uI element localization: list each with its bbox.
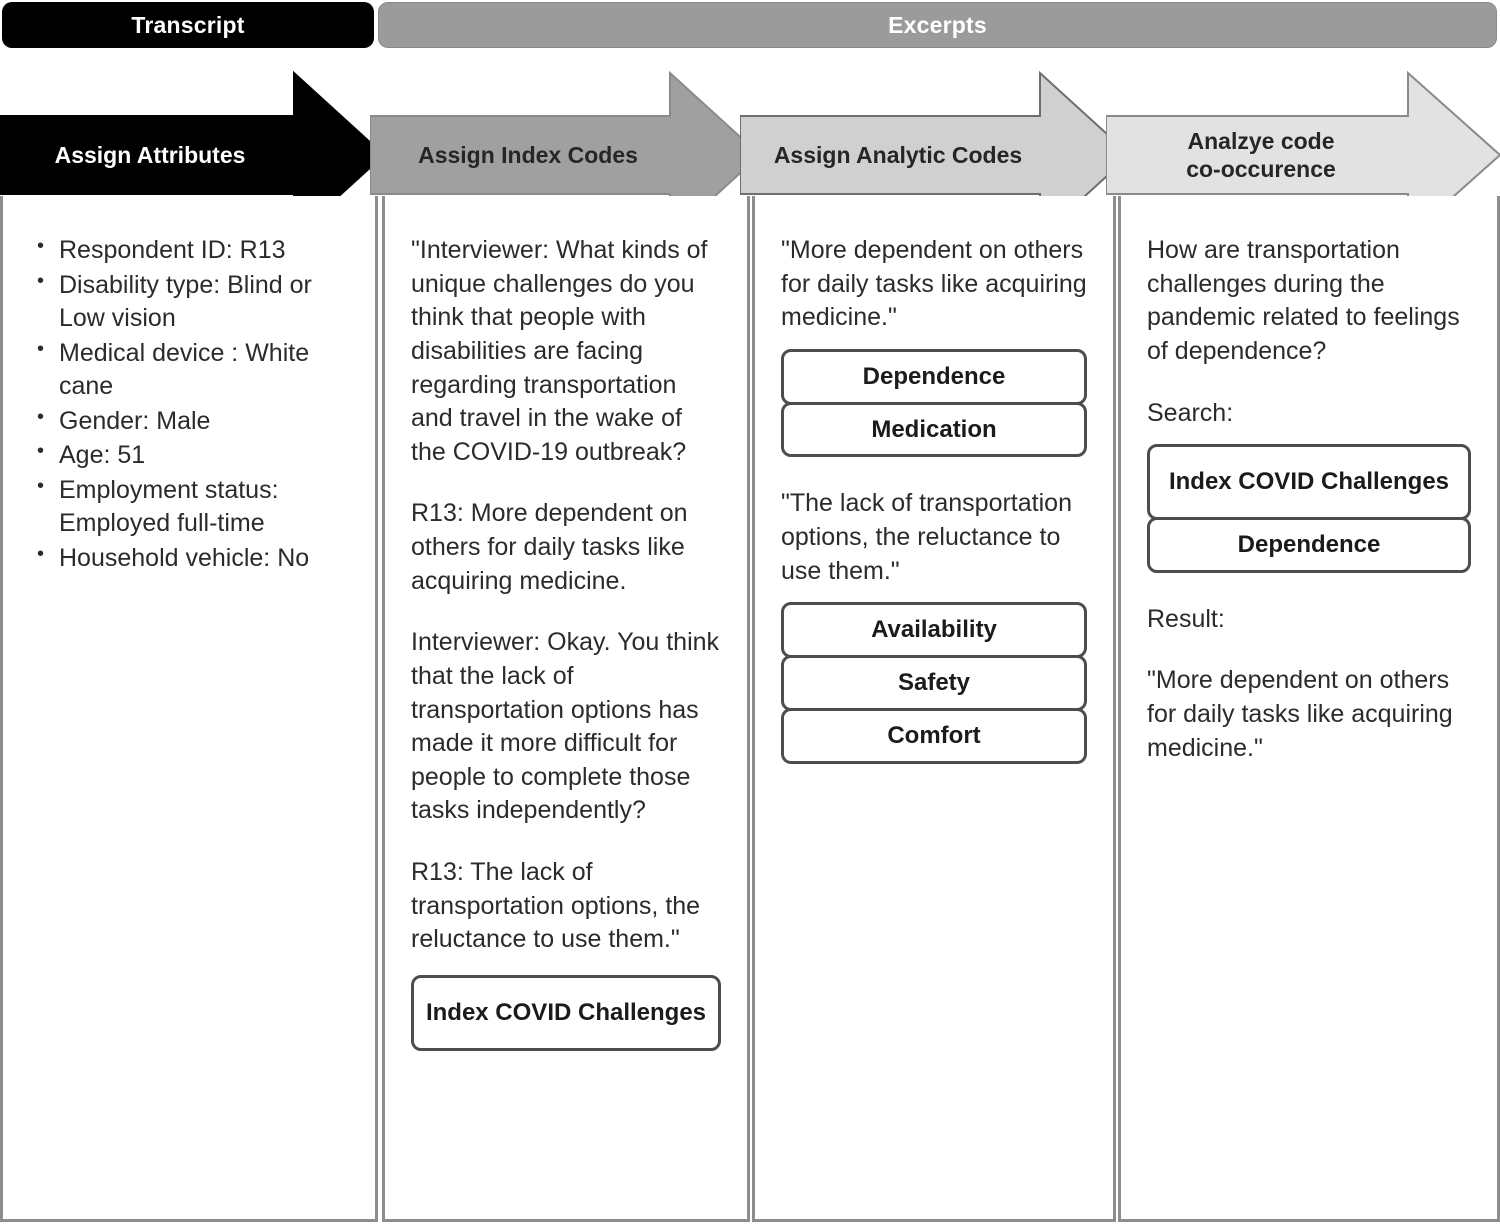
code-chip[interactable]: Dependence bbox=[781, 348, 1087, 405]
column-attributes: Respondent ID: R13 Disability type: Blin… bbox=[0, 196, 378, 1222]
index-code-group: Index COVID Challenges bbox=[411, 974, 721, 1051]
code-chip[interactable]: Medication bbox=[781, 401, 1087, 458]
code-chip[interactable]: Index COVID Challenges bbox=[1147, 444, 1471, 520]
header-excerpts: Excerpts bbox=[378, 2, 1497, 48]
research-question: How are transportation challenges during… bbox=[1147, 236, 1467, 365]
transcript-paragraph: Interviewer: Okay. You think that the la… bbox=[411, 628, 726, 825]
code-chip[interactable]: Index COVID Challenges bbox=[411, 974, 721, 1051]
result-text: "More dependent on others for daily task… bbox=[1147, 666, 1460, 762]
diagram-canvas: Transcript Excerpts Assign Attributes As… bbox=[0, 0, 1500, 1224]
code-chip[interactable]: Comfort bbox=[781, 707, 1087, 764]
excerpt-text: "The lack of transportation options, the… bbox=[781, 489, 1079, 585]
list-item: Gender: Male bbox=[37, 404, 349, 439]
list-item: Age: 51 bbox=[37, 438, 349, 473]
column-analytic-codes: "More dependent on others for daily task… bbox=[752, 196, 1116, 1222]
list-item: Medical device : White cane bbox=[37, 336, 349, 404]
analytic-code-group-1: Dependence Medication bbox=[781, 348, 1087, 458]
column-co-occurrence: How are transportation challenges during… bbox=[1118, 196, 1500, 1222]
attributes-list: Respondent ID: R13 Disability type: Blin… bbox=[29, 233, 349, 576]
list-item: Disability type: Blind or Low vision bbox=[37, 268, 349, 336]
header-transcript-label: Transcript bbox=[131, 11, 245, 38]
analytic-code-group-2: Availability Safety Comfort bbox=[781, 602, 1087, 764]
code-chip[interactable]: Safety bbox=[781, 655, 1087, 711]
code-chip[interactable]: Availability bbox=[781, 602, 1087, 658]
code-chip[interactable]: Dependence bbox=[1147, 516, 1471, 573]
transcript-paragraph: R13: More dependent on others for daily … bbox=[411, 499, 695, 595]
search-code-group: Index COVID Challenges Dependence bbox=[1147, 444, 1471, 573]
transcript-paragraph: R13: The lack of transportation options,… bbox=[411, 858, 708, 954]
excerpt-text: "More dependent on others for daily task… bbox=[781, 236, 1094, 332]
column-index-codes: "Interviewer: What kinds of unique chall… bbox=[382, 196, 750, 1222]
result-label: Result: bbox=[1147, 604, 1225, 633]
transcript-paragraph: "Interviewer: What kinds of unique chall… bbox=[411, 236, 715, 466]
list-item: Household vehicle: No bbox=[37, 541, 349, 576]
search-label: Search: bbox=[1147, 398, 1234, 427]
list-item: Employment status: Employed full-time bbox=[37, 473, 349, 541]
list-item: Respondent ID: R13 bbox=[37, 233, 349, 268]
header-transcript: Transcript bbox=[2, 2, 374, 48]
header-excerpts-label: Excerpts bbox=[888, 11, 987, 38]
